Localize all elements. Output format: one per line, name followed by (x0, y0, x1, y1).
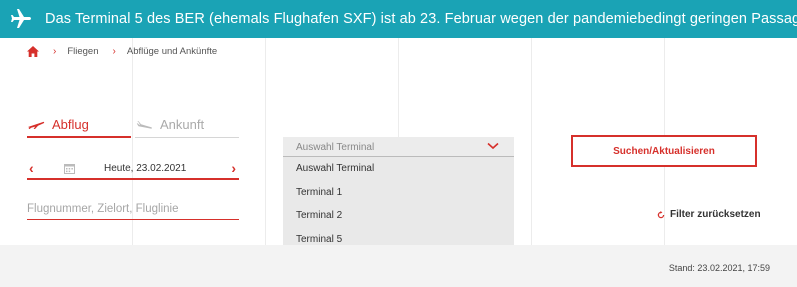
footer: Stand: 23.02.2021, 17:59 (0, 245, 797, 287)
date-value: Heute, 23.02.2021 (104, 163, 187, 174)
chevron-right-icon: › (112, 46, 116, 57)
banner-message: Das Terminal 5 des BER (ehemals Flughafe… (45, 11, 797, 27)
chevron-right-icon: › (53, 46, 57, 57)
airplane-icon (11, 9, 31, 28)
terminal-option[interactable]: Terminal 2 (283, 204, 514, 228)
flight-search-input[interactable] (27, 199, 239, 220)
home-icon[interactable] (27, 46, 39, 57)
terminal-select-value: Auswahl Terminal (296, 142, 375, 153)
date-selector: ‹ Heute, 23.02.2021 › (27, 159, 239, 180)
terminal-option[interactable]: Auswahl Terminal (283, 157, 514, 181)
departure-plane-icon (27, 121, 45, 130)
next-day-icon[interactable]: › (231, 160, 236, 176)
reset-filter-label: Filter zurücksetzen (670, 209, 761, 220)
breadcrumb-item-fliegen[interactable]: Fliegen (67, 46, 98, 57)
arrival-plane-icon (136, 120, 152, 129)
chevron-down-icon (487, 142, 499, 150)
tab-departure[interactable]: Abflug (27, 112, 131, 138)
breadcrumb-item-current: Abflüge und Ankünfte (126, 46, 218, 57)
grid-line (531, 38, 532, 245)
terminal-select[interactable]: Auswahl Terminal (283, 137, 514, 157)
grid-line (265, 38, 266, 245)
breadcrumb: › Fliegen › Abflüge und Ankünfte (27, 46, 217, 57)
calendar-icon[interactable] (64, 163, 75, 174)
terminal-option[interactable]: Terminal 1 (283, 181, 514, 205)
terminal-options-list: Auswahl Terminal Terminal 1 Terminal 2 T… (283, 157, 514, 250)
search-refresh-button[interactable]: Suchen/Aktualisieren (571, 135, 757, 167)
last-updated-text: Stand: 23.02.2021, 17:59 (668, 263, 770, 273)
tab-arrival[interactable]: Ankunft (135, 112, 239, 138)
reset-filter-link[interactable]: Filter zurücksetzen (657, 209, 761, 220)
info-banner: Das Terminal 5 des BER (ehemals Flughafe… (0, 0, 797, 38)
previous-day-icon[interactable]: ‹ (29, 160, 34, 176)
tab-arrival-label: Ankunft (160, 117, 205, 132)
reset-icon (657, 210, 665, 218)
tab-departure-label: Abflug (52, 116, 89, 132)
